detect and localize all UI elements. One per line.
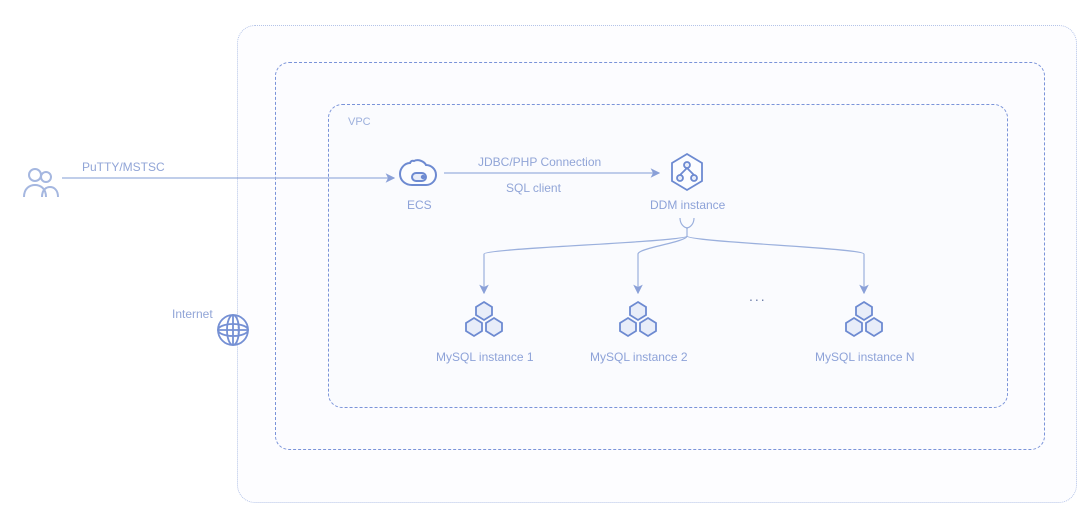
ecs-icon (398, 157, 438, 196)
mysql-instance-n-label: MySQL instance N (815, 350, 915, 364)
internet-label: Internet (172, 307, 213, 321)
ddm-icon (667, 152, 707, 197)
vpc-label: VPC (348, 116, 371, 128)
putty-mstsc-label: PuTTY/MSTSC (82, 160, 165, 174)
ecs-label: ECS (407, 198, 432, 212)
ellipsis: ... (749, 288, 767, 304)
globe-icon (215, 312, 251, 353)
users-icon (20, 163, 60, 208)
ddm-label: DDM instance (650, 198, 725, 212)
jdbc-label: JDBC/PHP Connection (478, 155, 601, 169)
sql-client-label: SQL client (506, 181, 561, 195)
mysql-instance-2-label: MySQL instance 2 (590, 350, 688, 364)
architecture-diagram: VPC ECS (0, 0, 1086, 515)
mysql-instance-1-icon (461, 300, 507, 345)
mysql-instance-2-icon (615, 300, 661, 345)
mysql-instance-n-icon (841, 300, 887, 345)
mysql-instance-1-label: MySQL instance 1 (436, 350, 534, 364)
